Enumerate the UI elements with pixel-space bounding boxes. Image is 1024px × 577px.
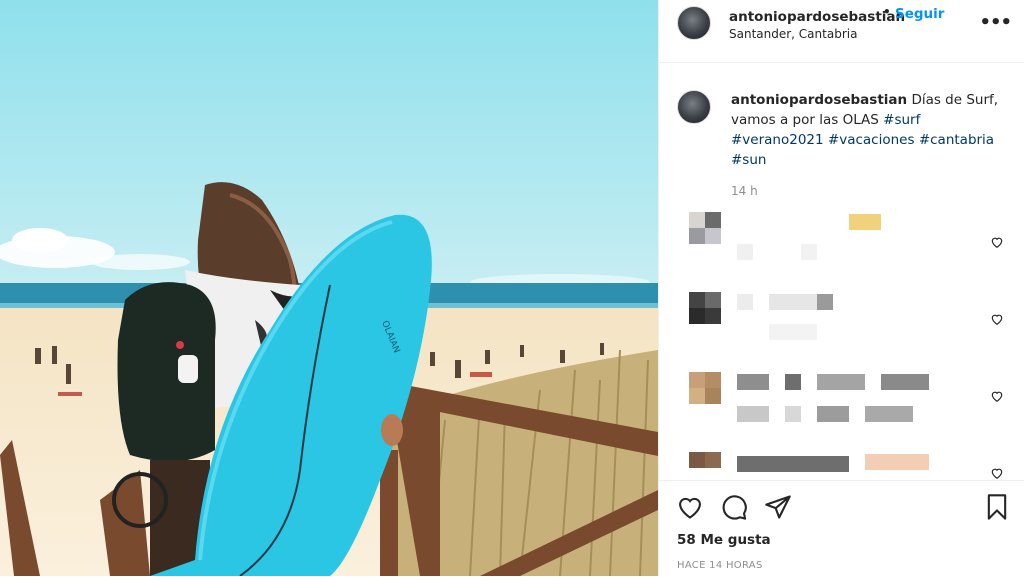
more-icon[interactable]: ••• xyxy=(979,12,1012,33)
comment-item xyxy=(689,292,1009,352)
beach-surf-image: OLAIAN xyxy=(0,0,658,576)
post-actions: 58 Me gusta HACE 14 HORAS xyxy=(659,480,1024,577)
heart-icon[interactable] xyxy=(676,493,704,521)
hashtag-sun[interactable]: #sun xyxy=(731,152,766,168)
comment-like-heart-icon[interactable] xyxy=(990,466,1004,480)
post-age: HACE 14 HORAS xyxy=(677,560,763,571)
post-caption: antoniopardosebastian Días de Surf, vamo… xyxy=(731,90,1001,170)
post-location[interactable]: Santander, Cantabria xyxy=(729,27,857,41)
comment-item xyxy=(689,372,1009,432)
comment-like-heart-icon[interactable] xyxy=(990,312,1004,326)
hashtag-surf[interactable]: #surf xyxy=(883,112,920,128)
bookmark-icon[interactable] xyxy=(983,493,1011,521)
paper-plane-icon[interactable] xyxy=(764,493,792,521)
comment-item xyxy=(689,212,1009,272)
comment-icon[interactable] xyxy=(720,493,748,521)
post-details-panel: antoniopardosebastian • Seguir Santander… xyxy=(658,0,1024,576)
caption-author-avatar[interactable] xyxy=(677,90,711,124)
post-header: antoniopardosebastian • Seguir Santander… xyxy=(659,0,1024,63)
author-avatar[interactable] xyxy=(677,6,711,40)
comment-like-heart-icon[interactable] xyxy=(990,389,1004,403)
author-username[interactable]: antoniopardosebastian xyxy=(729,6,905,25)
follow-button[interactable]: Seguir xyxy=(895,6,944,22)
post-photo[interactable]: OLAIAN xyxy=(0,0,658,576)
hashtag-cantabria[interactable]: #cantabria xyxy=(919,132,994,148)
hashtag-vacaciones[interactable]: #vacaciones xyxy=(828,132,915,148)
likes-count[interactable]: 58 Me gusta xyxy=(677,532,771,548)
caption-timestamp: 14 h xyxy=(731,184,758,198)
hashtag-verano2021[interactable]: #verano2021 xyxy=(731,132,824,148)
caption-username[interactable]: antoniopardosebastian xyxy=(731,92,907,108)
comment-item xyxy=(689,452,1009,472)
separator-dot: • xyxy=(883,5,891,19)
comment-like-heart-icon[interactable] xyxy=(990,235,1004,249)
